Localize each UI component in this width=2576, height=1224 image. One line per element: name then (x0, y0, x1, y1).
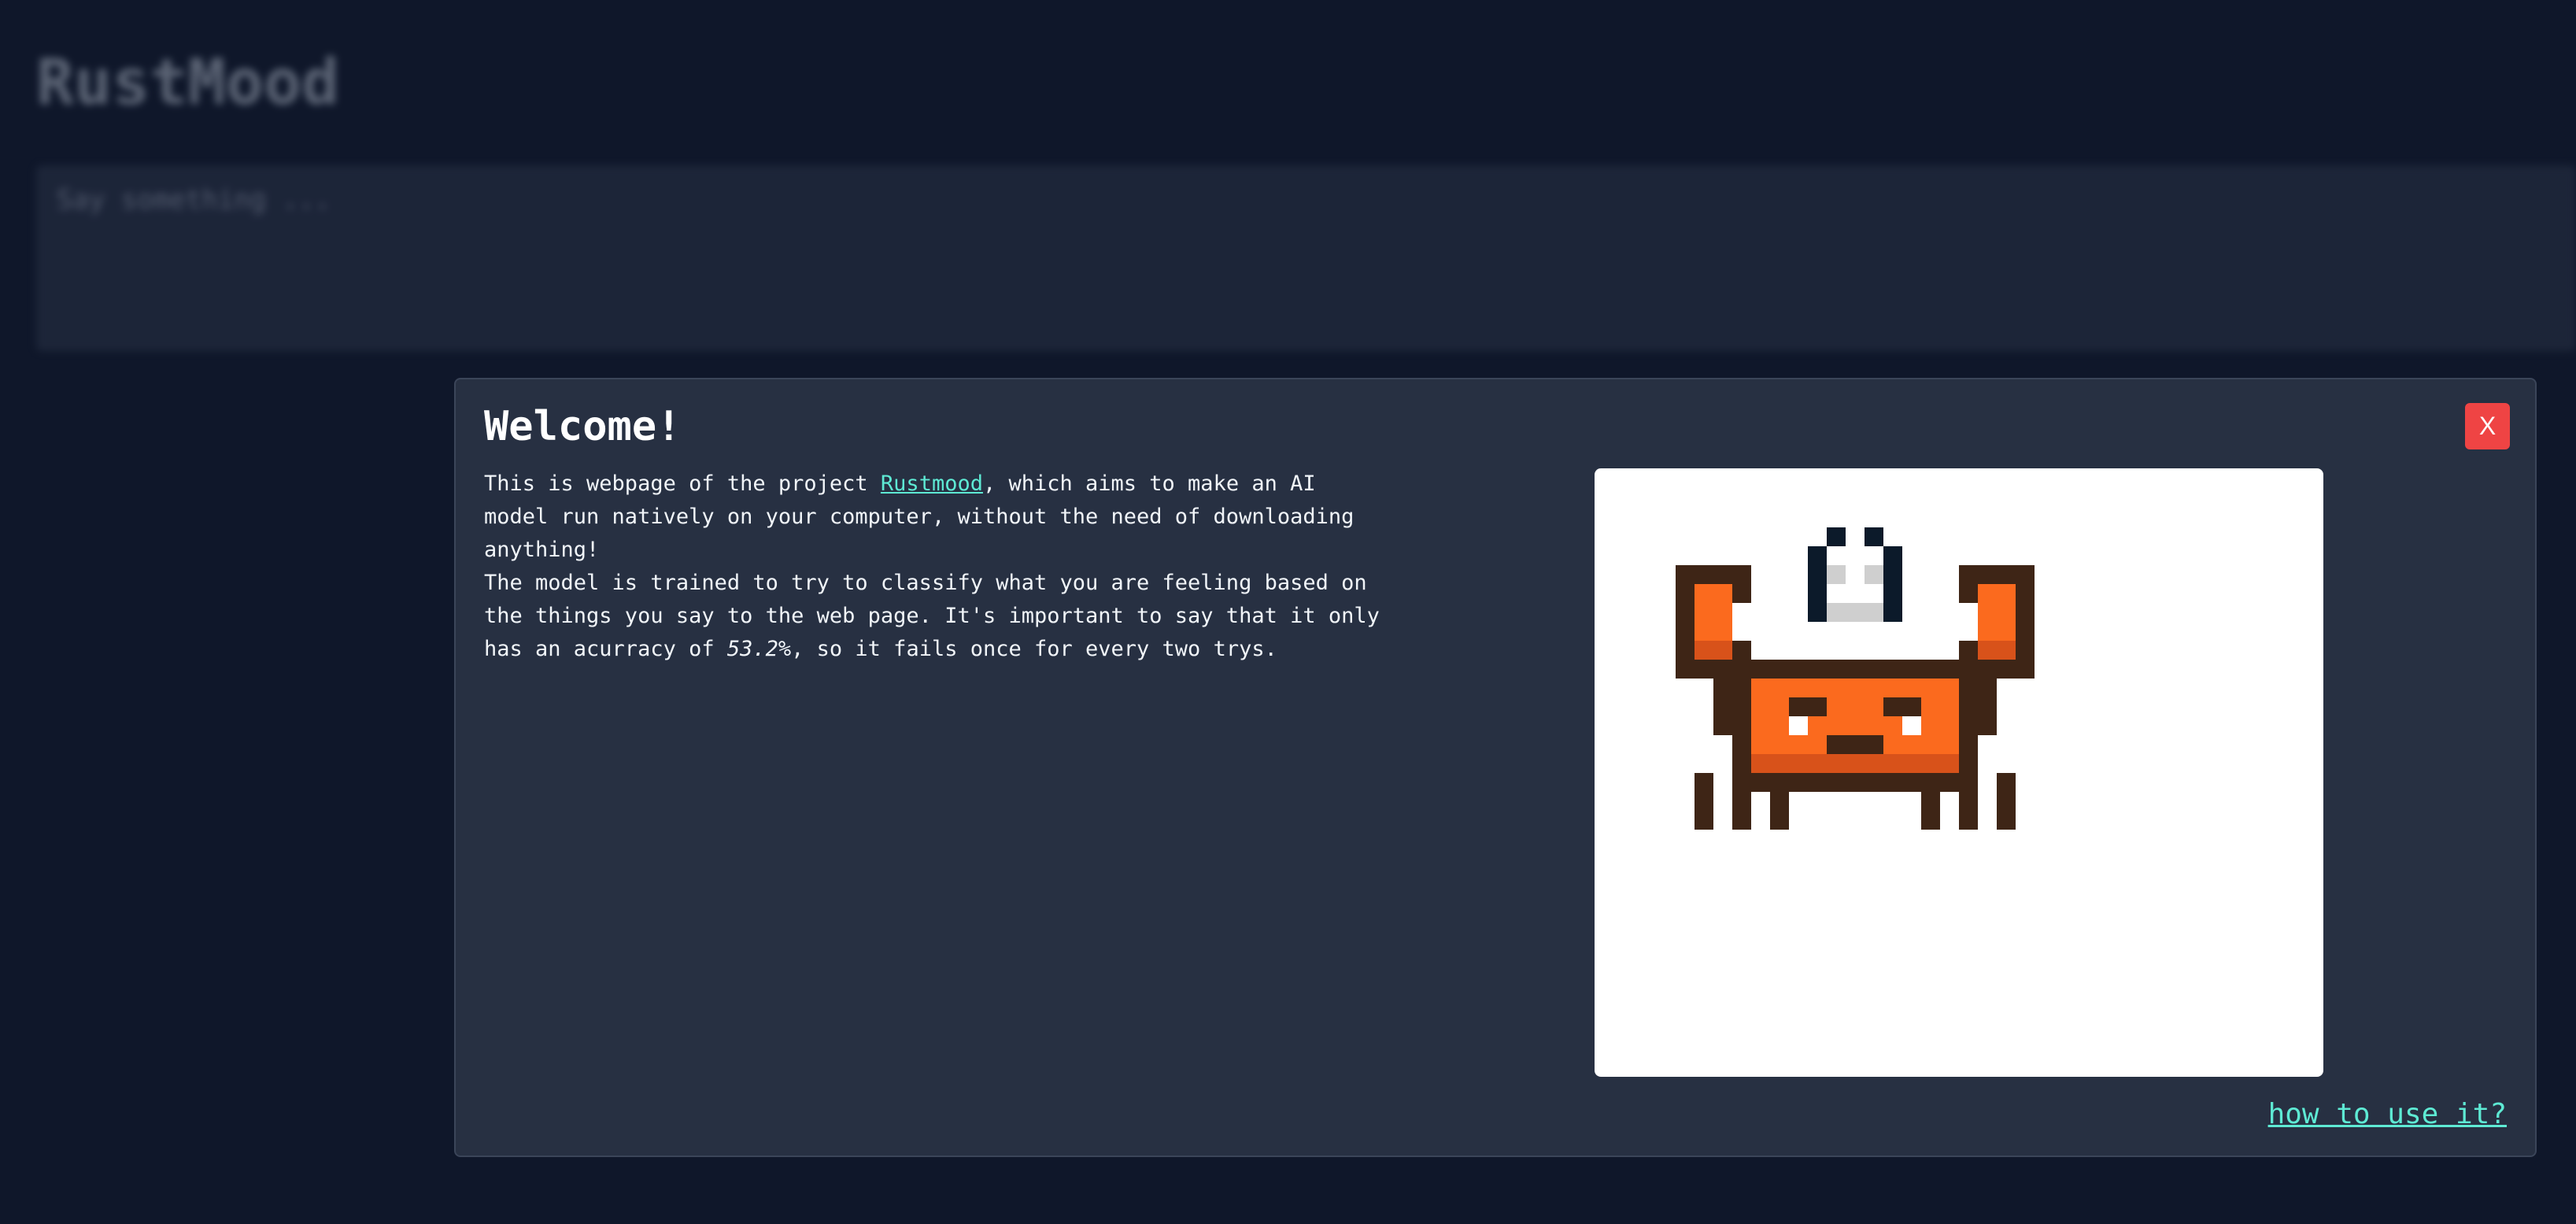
hat-shade (1827, 565, 1846, 584)
intro-paragraph: This is webpage of the project Rustmood,… (484, 471, 1355, 562)
hat-notch (1808, 527, 1827, 546)
hat-band (1827, 603, 1883, 622)
model-paragraph: The model is trained to try to classify … (484, 571, 1380, 661)
close-button[interactable]: X (2465, 403, 2510, 449)
welcome-modal: Welcome! X This is webpage of the projec… (454, 378, 2537, 1157)
leg (1770, 792, 1789, 830)
leg (1732, 773, 1751, 830)
accuracy-value: 53.2% (726, 637, 792, 661)
hat-shade (1865, 565, 1883, 584)
right-claw-gap (1959, 603, 1978, 641)
leg (1695, 773, 1713, 830)
right-eye (1902, 716, 1921, 735)
left-claw-gap (1732, 603, 1751, 641)
hat-notch (1846, 527, 1865, 546)
leg (1921, 792, 1940, 830)
crab-image (1595, 468, 2323, 1077)
right-brow (1883, 697, 1921, 716)
rustmood-link[interactable]: Rustmood (881, 471, 983, 496)
crab-mascot-icon (1676, 527, 2035, 830)
leg (1997, 773, 2016, 830)
body-top-outline (1751, 660, 1959, 679)
modal-title: Welcome! (484, 403, 682, 450)
app-title: RustMood (36, 46, 340, 119)
message-input[interactable]: Say something ... (36, 165, 2576, 351)
left-eye (1789, 716, 1808, 735)
modal-description: This is webpage of the project Rustmood,… (484, 468, 1381, 666)
how-to-use-link[interactable]: how to use it? (2268, 1098, 2507, 1130)
right-claw-shade (1978, 641, 2016, 660)
body-shade (1751, 754, 1959, 773)
hat-notch (1883, 527, 1902, 546)
left-claw-shade (1695, 641, 1732, 660)
left-brow (1789, 697, 1827, 716)
mouth (1827, 735, 1883, 754)
leg (1959, 773, 1978, 830)
